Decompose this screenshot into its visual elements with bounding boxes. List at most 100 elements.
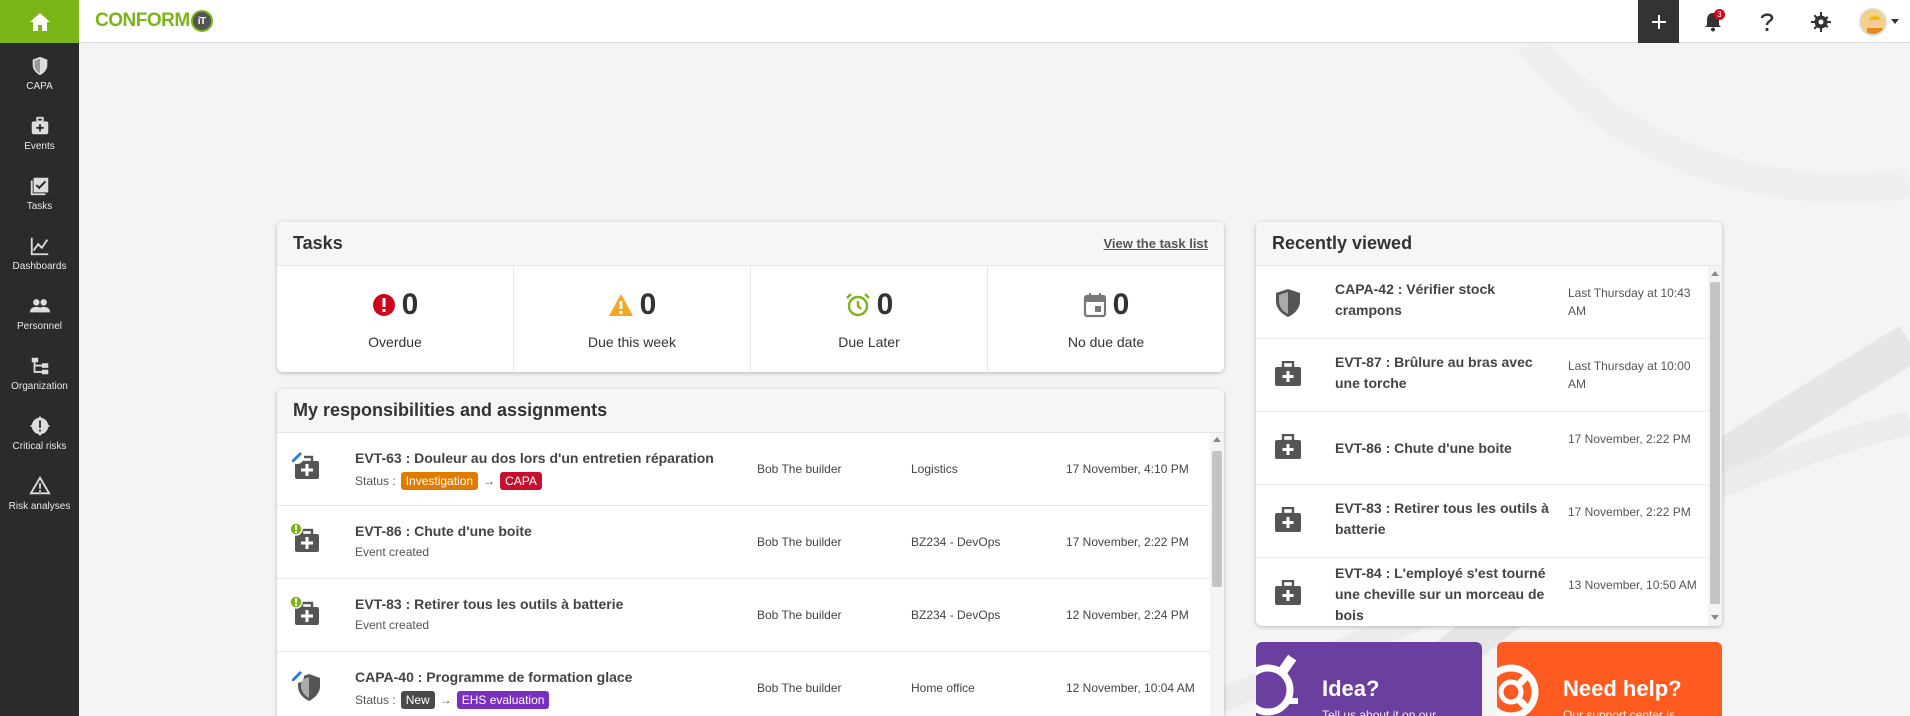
help-promo[interactable]: Need help? Our support center is: [1497, 642, 1722, 716]
event-new-icon: [289, 595, 319, 625]
line-chart-icon: [30, 237, 48, 255]
settings-button[interactable]: [1794, 0, 1848, 43]
first-aid-kit-icon: [31, 116, 48, 134]
list-item[interactable]: EVT-83 : Retirer tous les outils à batte…: [1256, 485, 1722, 558]
first-aid-kit-icon: [1275, 361, 1301, 386]
item-title: EVT-63 : Douleur au dos lors d'un entret…: [355, 450, 714, 466]
task-no-due-date[interactable]: 0 No due date: [988, 266, 1224, 372]
status-prefix: Status :: [355, 474, 396, 488]
item-date: 12 November, 2:24 PM: [1066, 608, 1189, 622]
app-logo[interactable]: CONFORM iT: [95, 10, 213, 32]
list-item[interactable]: CAPA-40 : Programme de formation glace S…: [277, 652, 1224, 716]
item-date: Last Thursday at 10:43 AM: [1568, 286, 1691, 318]
responsibilities-card: My responsibilities and assignments EVT-…: [277, 389, 1224, 716]
item-date: 12 November, 10:04 AM: [1066, 681, 1195, 695]
sidebar-item-dashboards[interactable]: Dashboards: [0, 223, 79, 283]
tasks-card: Tasks View the task list 0 Overdue 0 Due…: [277, 222, 1224, 372]
sidebar: CAPA Events Tasks Dashboards Personnel O…: [0, 43, 79, 716]
item-title: EVT-87 : Brûlure au bras avec une torche: [1335, 354, 1533, 391]
list-item[interactable]: EVT-86 : Chute d'une boite 17 November, …: [1256, 412, 1722, 485]
item-date: 13 November, 10:50 AM: [1568, 578, 1697, 592]
warning-icon: [608, 294, 633, 316]
list-item[interactable]: EVT-86 : Chute d'une boite Event created…: [277, 506, 1224, 579]
item-subtitle: Event created: [355, 545, 430, 559]
idea-subtitle: Tell us about it on our: [1322, 708, 1437, 716]
warning-triangle-icon: [28, 475, 51, 494]
item-title: EVT-84 : L'employé s'est tourné une chev…: [1335, 565, 1546, 623]
list-item[interactable]: EVT-87 : Brûlure au bras avec une torche…: [1256, 339, 1722, 412]
sidebar-item-organization[interactable]: Organization: [0, 343, 79, 403]
people-icon: [29, 298, 50, 312]
item-title: EVT-83 : Retirer tous les outils à batte…: [355, 596, 624, 612]
scrollbar-thumb[interactable]: [1710, 282, 1720, 604]
help-button[interactable]: [1740, 0, 1794, 43]
sidebar-item-label: Dashboards: [12, 260, 67, 272]
responsibilities-title: My responsibilities and assignments: [293, 400, 608, 420]
list-item[interactable]: CAPA-42 : Vérifier stock crampons Last T…: [1256, 266, 1722, 339]
due-this-week-count: 0: [639, 288, 657, 321]
add-button[interactable]: [1638, 0, 1679, 43]
scroll-up-arrow[interactable]: [1213, 437, 1221, 442]
item-date: 17 November, 2:22 PM: [1568, 432, 1691, 446]
gear-icon: [1811, 11, 1831, 32]
sidebar-item-events[interactable]: Events: [0, 103, 79, 163]
first-aid-kit-icon: [1275, 507, 1301, 532]
notification-badge: 3: [1714, 9, 1725, 20]
scroll-up-arrow[interactable]: [1711, 271, 1719, 276]
tasks-title: Tasks: [293, 233, 343, 253]
task-due-later[interactable]: 0 Due Later: [751, 266, 988, 372]
capa-edit-icon: [290, 669, 320, 701]
list-item[interactable]: EVT-83 : Retirer tous les outils à batte…: [277, 579, 1224, 652]
sidebar-item-label: CAPA: [26, 80, 53, 92]
calendar-icon: [1083, 293, 1106, 318]
scrollbar[interactable]: [1708, 266, 1722, 626]
exclamation-icon: [372, 294, 395, 316]
item-title: CAPA-42 : Vérifier stock crampons: [1335, 281, 1496, 318]
home-icon: [29, 12, 50, 31]
home-button[interactable]: [0, 0, 79, 43]
view-task-list-link[interactable]: View the task list: [1103, 236, 1208, 251]
sidebar-item-critical-risks[interactable]: Critical risks: [0, 403, 79, 463]
help-title: Need help?: [1563, 676, 1682, 701]
sidebar-item-tasks[interactable]: Tasks: [0, 163, 79, 223]
task-due-this-week[interactable]: 0 Due this week: [514, 266, 751, 372]
item-location: Home office: [911, 681, 975, 695]
sidebar-item-label: Personnel: [16, 320, 63, 332]
list-item[interactable]: EVT-63 : Douleur au dos lors d'un entret…: [277, 433, 1224, 506]
lifebuoy-icon: [1497, 664, 1539, 716]
idea-promo[interactable]: Idea? Tell us about it on our: [1256, 642, 1482, 716]
sidebar-item-label: Risk analyses: [8, 500, 71, 512]
overdue-label: Overdue: [368, 334, 422, 350]
list-item[interactable]: EVT-84 : L'employé s'est tourné une chev…: [1256, 558, 1722, 626]
first-aid-kit-icon: [1275, 434, 1301, 459]
scroll-down-arrow[interactable]: [1711, 615, 1719, 620]
caret-down-icon: [1891, 19, 1899, 24]
item-owner: Bob The builder: [757, 608, 842, 622]
item-location: Logistics: [911, 462, 958, 476]
sidebar-item-capa[interactable]: CAPA: [0, 43, 79, 103]
arrow-right-icon: →: [439, 693, 452, 707]
status-badge: New: [400, 691, 435, 709]
help-subtitle: Our support center is: [1563, 708, 1676, 716]
shield-icon: [32, 56, 47, 75]
sidebar-item-risk-analyses[interactable]: Risk analyses: [0, 463, 79, 523]
item-date: 17 November, 4:10 PM: [1066, 462, 1189, 476]
due-this-week-label: Due this week: [588, 334, 676, 350]
status-badge: CAPA: [500, 472, 542, 490]
notifications-button[interactable]: 3: [1686, 0, 1740, 43]
recently-viewed-title: Recently viewed: [1272, 233, 1413, 253]
recently-viewed-card: Recently viewed CAPA-42 : Vérifier stock…: [1256, 222, 1722, 626]
item-owner: Bob The builder: [757, 681, 842, 695]
user-menu[interactable]: [1848, 0, 1910, 43]
no-due-date-label: No due date: [1067, 334, 1145, 350]
sidebar-item-personnel[interactable]: Personnel: [0, 283, 79, 343]
sidebar-item-label: Tasks: [26, 200, 53, 212]
overdue-count: 0: [401, 288, 419, 321]
sidebar-item-label: Events: [24, 140, 55, 152]
status-badge: EHS evaluation: [456, 691, 550, 709]
item-date: 17 November, 2:22 PM: [1066, 535, 1189, 549]
item-owner: Bob The builder: [757, 535, 842, 549]
scrollbar-thumb[interactable]: [1212, 451, 1222, 587]
scrollbar[interactable]: [1210, 433, 1224, 716]
task-overdue[interactable]: 0 Overdue: [277, 266, 514, 372]
